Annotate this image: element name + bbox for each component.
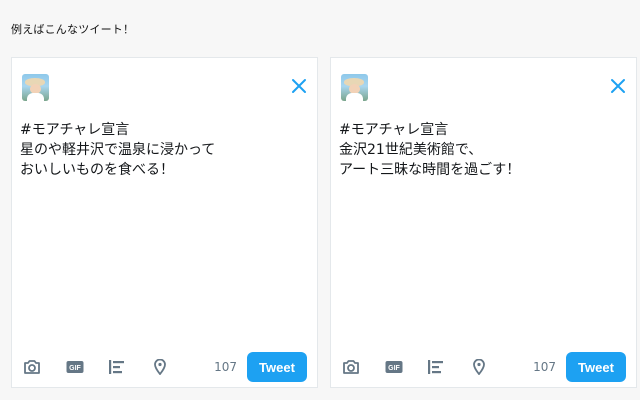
- location-pin-icon[interactable]: [150, 357, 170, 377]
- character-counter: 107: [533, 360, 556, 374]
- avatar: [341, 74, 368, 101]
- tweet-text[interactable]: #モアチャレ宣言 金沢21世紀美術館で、 アート三昧な時間を過ごす！: [339, 120, 626, 180]
- gif-icon-label: GIF: [69, 365, 81, 372]
- poll-icon[interactable]: [426, 357, 446, 377]
- close-icon[interactable]: [610, 78, 626, 94]
- avatar: [22, 74, 49, 101]
- tweet-button[interactable]: Tweet: [566, 352, 626, 382]
- intro-text: 例えばこんなツイート！: [11, 23, 135, 36]
- camera-icon[interactable]: [341, 357, 361, 377]
- location-pin-icon[interactable]: [469, 357, 489, 377]
- tweet-composer-card: #モアチャレ宣言 金沢21世紀美術館で、 アート三昧な時間を過ごす！ GIF 1…: [330, 57, 637, 388]
- character-counter: 107: [214, 360, 237, 374]
- camera-icon[interactable]: [22, 357, 42, 377]
- gif-icon[interactable]: GIF: [65, 357, 85, 377]
- tweet-button[interactable]: Tweet: [247, 352, 307, 382]
- tweet-text[interactable]: #モアチャレ宣言 星のや軽井沢で温泉に浸かって おいしいものを食べる！: [20, 120, 307, 180]
- composer-toolbar: GIF 107 Tweet: [12, 347, 317, 387]
- gif-icon[interactable]: GIF: [384, 357, 404, 377]
- close-icon[interactable]: [291, 78, 307, 94]
- composer-toolbar: GIF 107 Tweet: [331, 347, 636, 387]
- tweet-composer-card: #モアチャレ宣言 星のや軽井沢で温泉に浸かって おいしいものを食べる！ GIF: [11, 57, 318, 388]
- poll-icon[interactable]: [107, 357, 127, 377]
- gif-icon-label: GIF: [388, 365, 400, 372]
